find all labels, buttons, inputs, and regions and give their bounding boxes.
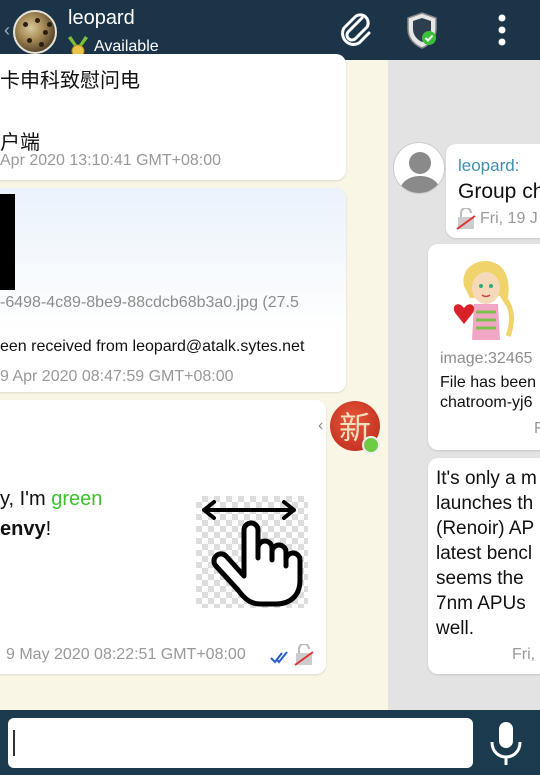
message-text: envy!: [0, 518, 52, 540]
message-input[interactable]: [8, 718, 473, 768]
right-chat-pane[interactable]: ‹ leopard: Group ch Fri, 19 J image:3246…: [388, 60, 540, 710]
message-text: 户端: [0, 132, 40, 154]
top-bar: ‹ leopard Available: [0, 0, 540, 60]
online-status-dot: [362, 436, 380, 454]
file-name: -6498-4c89-8be9-88cdcb68b3a0.jpg (27.5: [0, 294, 299, 311]
image-thumbnail[interactable]: [0, 194, 15, 290]
unencrypted-lock-icon: [456, 208, 476, 230]
message-timestamp: Fri, 19 J: [480, 210, 538, 227]
sender-name: leopard:: [458, 156, 520, 175]
message-bubble[interactable]: It's only a m launches th (Renoir) AP la…: [428, 458, 540, 674]
message-timestamp: F: [534, 420, 540, 437]
message-text: 卡申科致慰问电: [0, 70, 140, 92]
contact-avatar[interactable]: [13, 10, 57, 54]
message-text: y, I'm green: [0, 488, 103, 510]
overflow-menu-icon[interactable]: [480, 10, 524, 50]
left-chat-pane[interactable]: 卡申科致慰问电 户端 Apr 2020 13:10:41 GMT+08:00 -…: [0, 54, 388, 710]
message-bubble[interactable]: leopard: Group ch Fri, 19 J: [446, 144, 540, 238]
message-timestamp: 9 Apr 2020 08:47:59 GMT+08:00: [0, 368, 234, 385]
chat-app: ‹ leopard Available 卡申科致慰问电 户端 Apr 2020 …: [0, 0, 540, 775]
contact-name[interactable]: leopard: [68, 7, 135, 30]
message-line: well.: [436, 618, 475, 639]
sender-avatar-placeholder[interactable]: [393, 142, 445, 194]
text-caret: [13, 730, 15, 756]
microphone-icon[interactable]: [486, 720, 526, 768]
unencrypted-lock-icon: [294, 644, 314, 666]
message-bubble[interactable]: 卡申科致慰问电 户端 Apr 2020 13:10:41 GMT+08:00: [0, 54, 346, 180]
file-status-note: chatroom-yj6: [440, 394, 533, 411]
message-line: (Renoir) AP: [436, 518, 535, 539]
swipe-hand-icon: [202, 500, 303, 607]
file-message-bubble[interactable]: -6498-4c89-8be9-88cdcb68b3a0.jpg (27.5 e…: [0, 188, 346, 392]
file-name: image:32465: [440, 350, 533, 367]
message-text: Group ch: [458, 180, 540, 203]
message-timestamp: Apr 2020 13:10:41 GMT+08:00: [0, 152, 222, 169]
file-status-note: File has been: [440, 374, 537, 391]
back-chevron-icon[interactable]: ‹: [4, 20, 10, 41]
message-line: 7nm APUs: [436, 593, 526, 614]
sender-chevron-icon: ‹: [318, 417, 324, 434]
swipe-gesture-sticker[interactable]: [196, 496, 308, 608]
delivered-double-check-icon: [270, 651, 288, 664]
sticker-message-bubble[interactable]: y, I'm green envy! 9 May 2020 08:22:51 G…: [0, 400, 326, 674]
composer-bar: [0, 710, 540, 775]
file-status-note: een received from leopard@atalk.sytes.ne…: [0, 338, 305, 355]
message-line: It's only a m: [436, 468, 537, 489]
person-icon: [398, 152, 442, 193]
message-line: seems the: [436, 568, 524, 589]
message-line: launches th: [436, 493, 534, 514]
attach-icon[interactable]: [334, 10, 378, 50]
cartoon-girl-image[interactable]: [450, 256, 520, 342]
message-timestamp: 9 May 2020 08:22:51 GMT+08:00: [6, 646, 246, 663]
message-timestamp: Fri, 1: [512, 646, 540, 663]
file-message-bubble[interactable]: image:32465 File has been chatroom-yj6 F: [428, 244, 540, 450]
security-shield-icon[interactable]: [400, 10, 444, 50]
message-text-block: It's only a m launches th (Renoir) AP la…: [436, 466, 537, 641]
message-line: latest bencl: [436, 543, 533, 564]
